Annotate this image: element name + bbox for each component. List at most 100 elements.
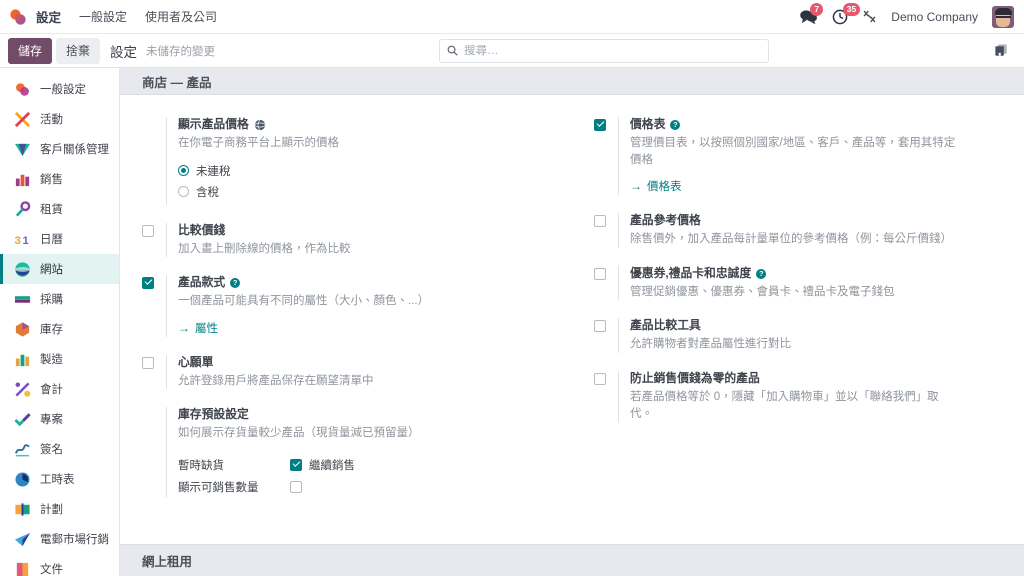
sub-row-label: 暫時缺貨 — [178, 459, 224, 472]
setting-description: 若產品價格等於 0，隱藏「加入購物車」並以「聯絡我們」取代。 — [630, 390, 939, 420]
app-body: 一般設定 活動 客戶關係管理 銷售 租賃 3 1 日曆 網站 採購 庫存 製造 會計 專案 簽名 工時表 計劃電… — [0, 68, 1024, 576]
setting-product-comparison-tool-checkbox[interactable] — [594, 320, 606, 333]
setting-title-text: 產品款式 — [178, 275, 226, 290]
setting-description: 除售價外，加入產品每計量單位的參考價格（例：每公斤價錢） — [630, 233, 952, 246]
sidebar-item-accounting[interactable]: 會計 — [0, 374, 119, 404]
setting-coupons-giftcards-loyalty-checkbox[interactable] — [594, 267, 606, 280]
control-panel-center — [215, 38, 993, 63]
setting-title-text: 優惠券,禮品卡和忠誠度 — [630, 265, 752, 280]
setting-title-text: 防止銷售價錢為零的產品 — [630, 371, 760, 386]
checkbox-cell — [594, 213, 618, 228]
setting-product-variants: 產品款式? 一個產品可能具有不同的屬性（大小、顏色、...） → 屬性 — [142, 275, 558, 337]
sidebar-item-label: 日曆 — [40, 234, 63, 246]
row-show-available-qty-checkbox[interactable] — [290, 480, 302, 493]
odoo-logo-icon[interactable] — [8, 7, 28, 27]
radio-group: 未連稅 含稅 — [178, 163, 558, 200]
activities-menu[interactable]: 35 — [832, 2, 860, 25]
settings-sidebar[interactable]: 一般設定 活動 客戶關係管理 銷售 租賃 3 1 日曆 網站 採購 庫存 製造 會計 專案 簽名 工時表 計劃電… — [0, 68, 120, 576]
sidebar-item-label: 工時表 — [40, 474, 75, 486]
purchase-app-icon — [14, 295, 31, 303]
sidebar-item-rental[interactable]: 租賃 — [0, 194, 119, 224]
sidebar-item-manufacturing[interactable]: 製造 — [0, 344, 119, 374]
help-tooltip-icon[interactable]: ? — [230, 278, 241, 289]
messages-menu[interactable]: 7 — [799, 3, 824, 24]
setting-product-reference-price-checkbox[interactable] — [594, 215, 606, 228]
setting-body: 產品參考價格 除售價外，加入產品每計量單位的參考價格（例：每公斤價錢） — [618, 213, 1010, 248]
sub-row-label: 顯示可銷售數量 — [178, 481, 259, 494]
section-header-online-rental: 網上租用 — [120, 544, 1024, 576]
sidebar-item-documents[interactable]: 文件 — [0, 554, 119, 576]
sidebar-item-label: 網站 — [40, 264, 63, 276]
sidebar-item-crm[interactable]: 客戶關係管理 — [0, 134, 119, 164]
setting-wishlist-checkbox[interactable] — [142, 356, 154, 369]
checkbox-cell — [594, 318, 618, 333]
setting-body: 庫存預設設定 如何展示存貨量較少產品（現貨量減已預留量） 暫時缺貨 繼續銷售 顯示可銷售… — [166, 407, 558, 498]
arrow-right-icon: → — [178, 320, 190, 335]
sidebar-item-email-marketing[interactable]: 電郵市場行銷 — [0, 524, 119, 554]
inventory-app-icon — [15, 321, 30, 337]
radio-tax-excluded[interactable]: 未連稅 — [178, 163, 558, 179]
setting-inventory-defaults: 庫存預設設定 如何展示存貨量較少產品（現貨量減已預留量） 暫時缺貨 繼續銷售 顯示可銷售… — [142, 407, 558, 498]
radio-tax-included[interactable]: 含稅 — [178, 184, 558, 200]
setting-pricelists-checkbox[interactable] — [594, 119, 606, 131]
sidebar-item-planning[interactable]: 計劃 — [0, 494, 119, 524]
setting-product-variants-checkbox[interactable] — [142, 277, 154, 290]
control-panel-left: 儲存 捨棄 設定 未儲存的變更 — [8, 37, 215, 64]
row-out-of-stock: 暫時缺貨 繼續銷售 — [178, 454, 558, 476]
sidebar-item-label: 一般設定 — [40, 84, 86, 96]
sidebar-item-label: 簽名 — [40, 444, 63, 456]
radio-tax-included-control[interactable] — [178, 186, 189, 198]
company-switcher[interactable]: Demo Company — [891, 10, 978, 24]
setting-pricelists: 價格表? 管理價目表，以按照個別國家/地區、客戶、產品等，套用其特定價格 → 價格表 — [594, 117, 1010, 196]
discard-button[interactable]: 捨棄 — [56, 37, 101, 64]
nav-general-settings[interactable]: 一般設定 — [79, 8, 127, 25]
app-title[interactable]: 設定 — [36, 7, 61, 26]
help-tooltip-icon[interactable]: ? — [670, 119, 681, 130]
sidebar-item-inventory[interactable]: 庫存 — [0, 314, 119, 344]
link-attributes[interactable]: → 屬性 — [178, 320, 218, 336]
sidebar-item-label: 客戶關係管理 — [40, 144, 109, 156]
help-tooltip-icon[interactable]: ? — [756, 268, 767, 279]
sub-row-control — [290, 480, 302, 493]
setting-title: 顯示產品價格 — [178, 117, 558, 133]
search-bar[interactable] — [439, 38, 770, 63]
save-button[interactable]: 儲存 — [8, 37, 53, 64]
wrench-icon[interactable] — [862, 9, 877, 24]
rental-app-icon — [15, 200, 31, 216]
checkbox-cell — [594, 371, 618, 386]
book-icon[interactable] — [993, 42, 1010, 59]
sidebar-item-website[interactable]: 網站 — [0, 254, 119, 284]
avatar[interactable] — [992, 5, 1014, 28]
row-show-available-qty: 顯示可銷售數量 — [178, 476, 558, 498]
setting-prevent-zero-price-sale: 防止銷售價錢為零的產品若產品價格等於 0，隱藏「加入購物車」並以「聯絡我們」取代… — [594, 371, 1010, 423]
setting-prevent-zero-price-sale-checkbox[interactable] — [594, 373, 606, 386]
setting-product-comparison-tool: 產品比較工具 允許購物者對產品屬性進行對比 — [594, 318, 1010, 354]
avatar-glasses — [995, 15, 1011, 20]
top-navbar: 設定 一般設定 使用者及公司 7 35 Demo Company — [0, 0, 1024, 34]
search-input[interactable] — [464, 44, 762, 57]
checkbox-cell — [594, 266, 618, 280]
checkbox-cell — [594, 117, 618, 131]
sidebar-item-general-settings[interactable]: 一般設定 — [0, 74, 119, 104]
sidebar-item-sales[interactable]: 銷售 — [0, 164, 119, 194]
row-out-of-stock-checkbox[interactable] — [290, 458, 302, 471]
sidebar-item-purchase[interactable]: 採購 — [0, 284, 119, 314]
breadcrumb[interactable]: 設定 — [110, 41, 137, 61]
sidebar-item-sign[interactable]: 簽名 — [0, 434, 119, 464]
radio-tax-excluded-control[interactable] — [178, 165, 189, 177]
sidebar-item-project[interactable]: 專案 — [0, 404, 119, 434]
section-header-shop-products: 商店 — 產品 — [120, 68, 1024, 95]
sidebar-item-label: 租賃 — [40, 204, 63, 216]
setting-title: 產品參考價格 — [630, 213, 1010, 229]
nav-users-companies[interactable]: 使用者及公司 — [145, 8, 217, 25]
sidebar-item-label: 活動 — [40, 114, 63, 126]
setting-title: 防止銷售價錢為零的產品 — [630, 371, 1010, 387]
sidebar-item-timesheets[interactable]: 工時表 — [0, 464, 119, 494]
sidebar-item-discuss[interactable]: 活動 — [0, 104, 119, 134]
timesheet-clock-icon — [15, 472, 30, 486]
setting-compare-price-checkbox[interactable] — [142, 224, 154, 237]
svg-text:1: 1 — [23, 234, 29, 246]
link-pricelists[interactable]: → 價格表 — [630, 178, 682, 194]
sidebar-item-calendar[interactable]: 3 1 日曆 — [0, 224, 119, 254]
setting-description: 加入畫上刪除線的價格，作為比較 — [178, 242, 351, 255]
